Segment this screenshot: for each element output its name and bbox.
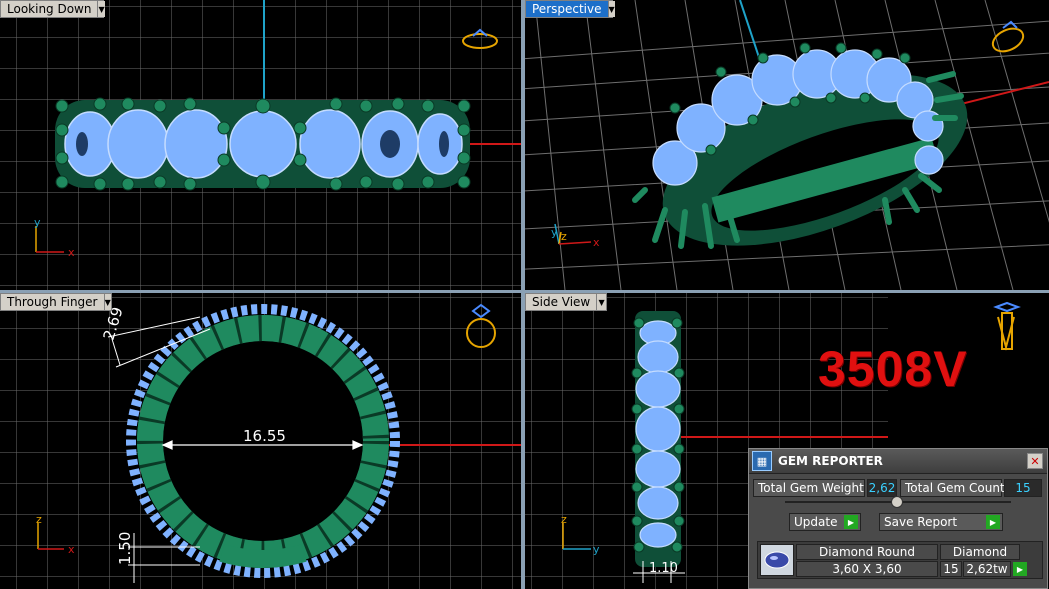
chevron-down-icon[interactable]: ▼ [596, 294, 606, 310]
round-gem-icon [764, 551, 790, 569]
save-report-button-label: Save Report [884, 515, 958, 529]
model-code-label: 3508V [818, 341, 968, 397]
svg-text:x: x [593, 236, 600, 249]
viewport-perspective[interactable]: z y x Perspective ▼ [525, 0, 1049, 290]
total-gem-weight-value: 2,62 [867, 479, 897, 497]
play-icon: ▶ [844, 515, 858, 529]
svg-text:x: x [68, 246, 75, 259]
gem-reporter-titlebar[interactable]: ▦ GEM REPORTER ✕ [749, 449, 1047, 474]
total-gem-weight-label: Total Gem Weight [753, 479, 865, 497]
play-icon: ▶ [986, 515, 1000, 529]
gem-report-icon: ▦ [752, 451, 772, 471]
save-report-button[interactable]: Save Report ▶ [879, 513, 1003, 531]
tab-label: Perspective [532, 2, 602, 16]
gem-actions-row: Update ▶ Save Report ▶ [789, 513, 1003, 531]
inner-diameter-label: 16.55 [243, 427, 286, 445]
gem-totals-row: Total Gem Weight 2,62 Total Gem Count 15 [753, 479, 1042, 497]
update-button-label: Update [794, 515, 838, 529]
tab-side-view[interactable]: Side View ▼ [525, 293, 607, 311]
tab-label: Through Finger [7, 295, 98, 309]
ring-perspective-view [632, 42, 968, 249]
ring-orientation-icon [991, 20, 1025, 53]
chevron-down-icon[interactable]: ▼ [97, 1, 105, 17]
ring-orientation-icon [993, 301, 1021, 351]
gem-reporter-panel: ▦ GEM REPORTER ✕ Total Gem Weight 2,62 T… [748, 448, 1048, 589]
shank-dimension-label: 1.50 [116, 532, 134, 565]
gem-list-table: Diamond Round Diamond 3,60 X 3,60 15 2,6… [757, 541, 1043, 579]
update-button[interactable]: Update ▶ [789, 513, 861, 531]
ring-side-view [631, 311, 685, 567]
svg-text:z: z [561, 230, 567, 243]
grid-through-finger: 16.55 2.69 1.50 z x [0, 293, 521, 589]
total-gem-count-label: Total Gem Count [900, 479, 1005, 497]
close-button[interactable]: ✕ [1027, 453, 1043, 469]
gem-shape-cell: Diamond Round [796, 544, 938, 560]
svg-text:y: y [551, 226, 558, 239]
gem-size-cell: 3,60 X 3,60 [796, 561, 938, 577]
gem-reporter-title: GEM REPORTER [778, 454, 883, 468]
svg-text:x: x [68, 543, 75, 556]
tab-through-finger[interactable]: Through Finger ▼ [0, 293, 112, 311]
svg-text:y: y [593, 543, 600, 556]
side-dimension-label: 1.10 [649, 561, 678, 576]
ring-top-view [55, 97, 471, 191]
total-gem-count-value: 15 [1004, 479, 1042, 497]
svg-text:z: z [561, 513, 567, 526]
tab-looking-down[interactable]: Looking Down ▼ [0, 0, 105, 18]
play-icon[interactable]: ▶ [1013, 562, 1027, 576]
tab-perspective[interactable]: Perspective ▼ [525, 0, 615, 18]
grid-looking-down: y x [0, 0, 521, 290]
gem-material-cell: Diamond [940, 544, 1020, 560]
chevron-down-icon[interactable]: ▼ [103, 294, 111, 310]
chevron-down-icon[interactable]: ▼ [607, 1, 615, 17]
panel-slider-handle[interactable] [891, 496, 903, 508]
viewport-through-finger[interactable]: 16.55 2.69 1.50 z x Through Finger ▼ [0, 293, 521, 589]
viewport-looking-down[interactable]: y x Looking Down ▼ [0, 0, 521, 290]
tab-label: Looking Down [7, 2, 92, 16]
grid-perspective: z y x [525, 0, 1049, 290]
svg-text:y: y [34, 216, 41, 229]
gem-weight-cell: 2,62tw [963, 561, 1011, 577]
tab-label: Side View [532, 295, 591, 309]
diamond-round-thumbnail[interactable] [760, 544, 794, 576]
svg-text:z: z [36, 513, 42, 526]
gem-count-cell: 15 [940, 561, 962, 577]
